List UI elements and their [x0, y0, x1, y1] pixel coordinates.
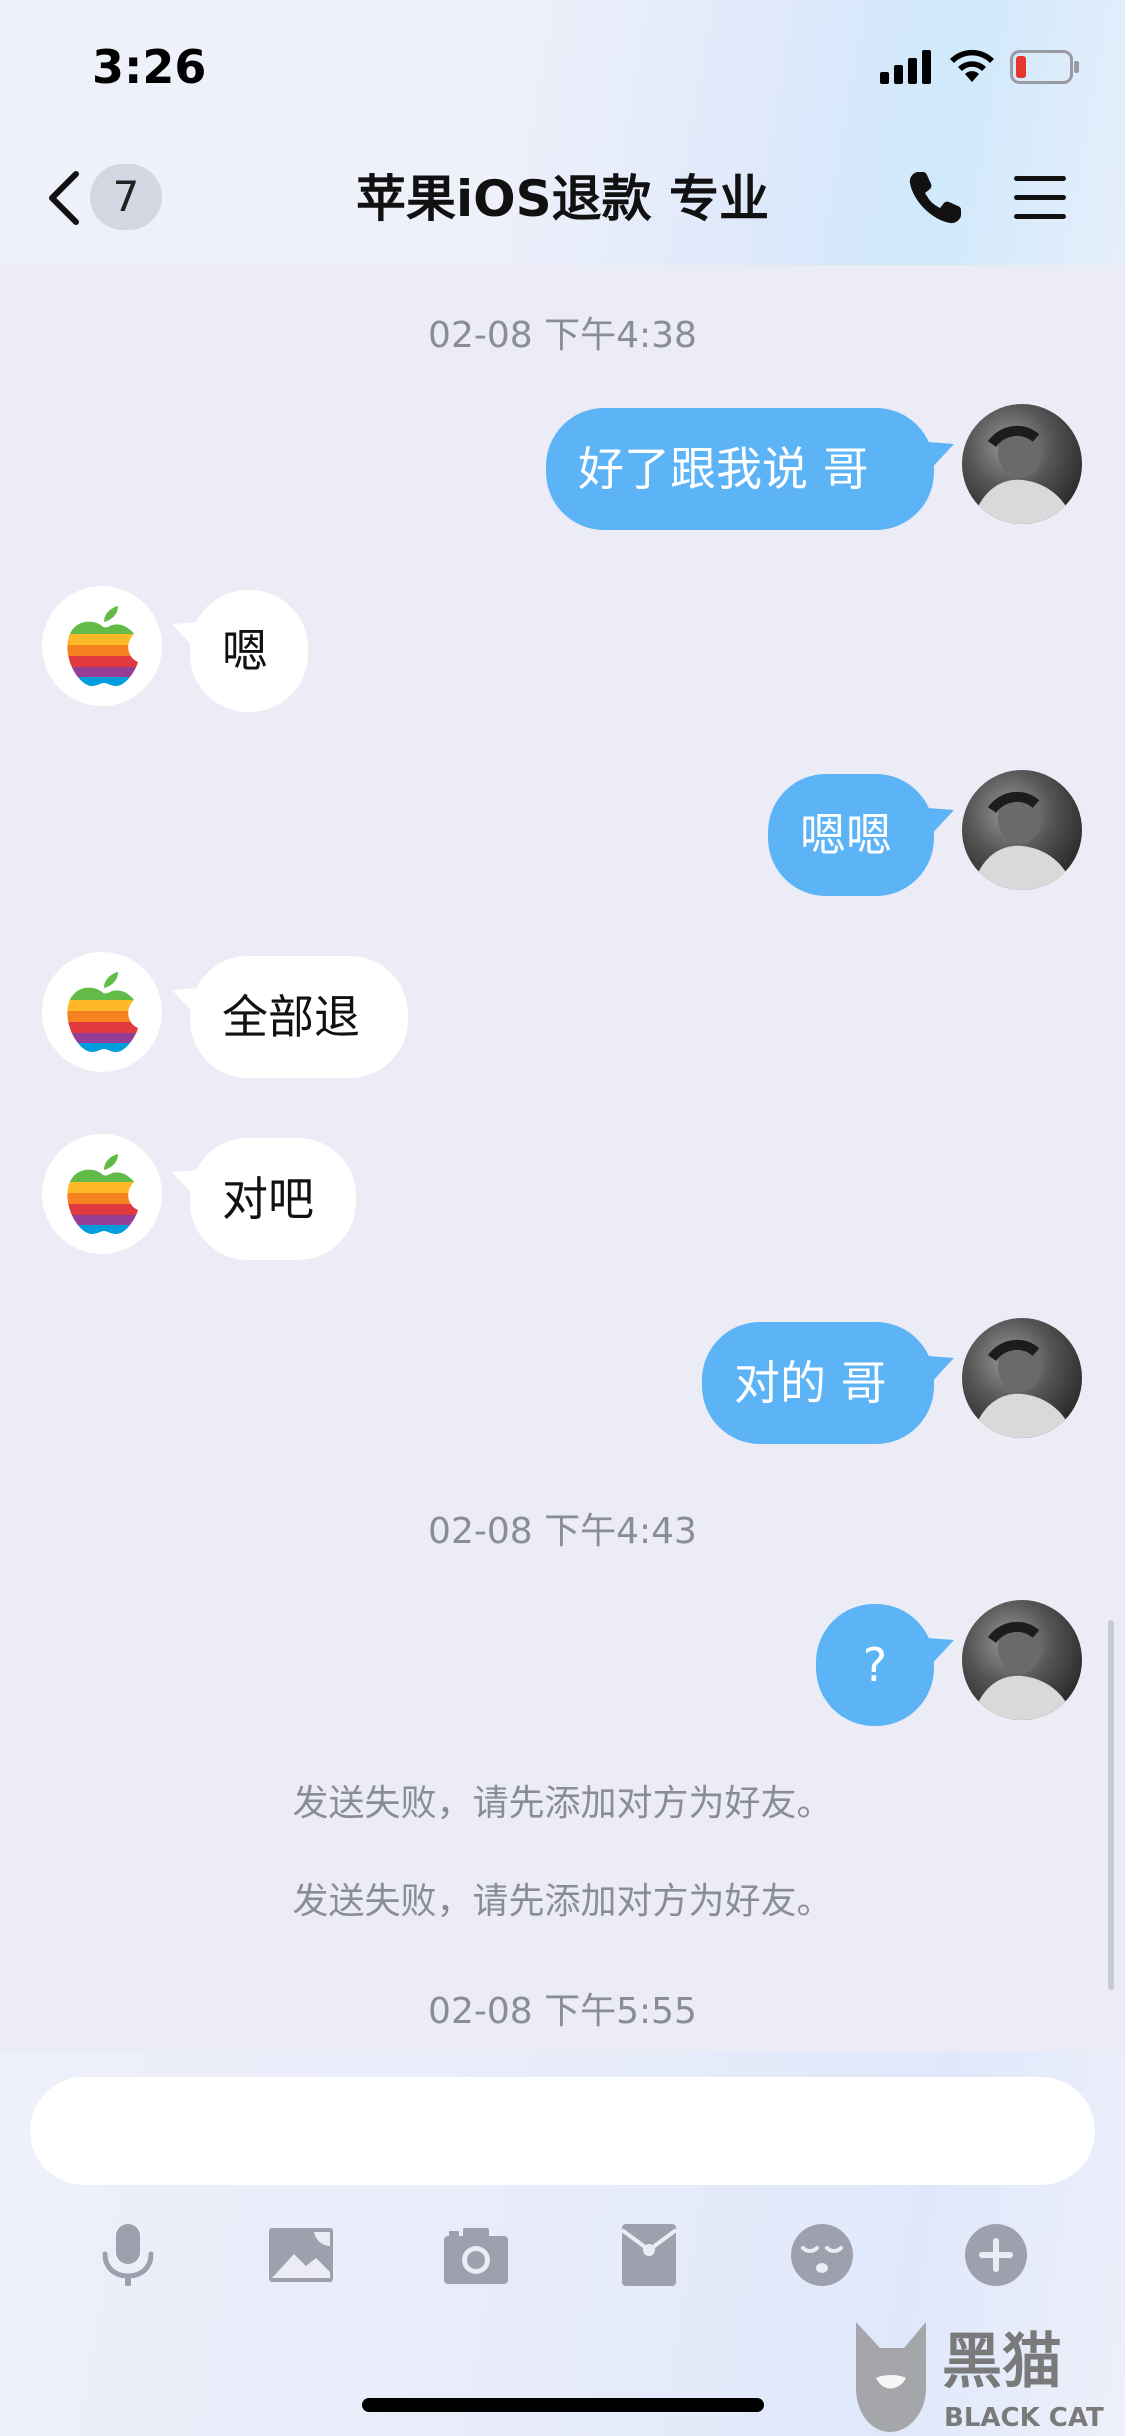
microphone-icon[interactable]: [93, 2220, 163, 2290]
wifi-icon: [950, 49, 994, 82]
battery-icon: [1010, 50, 1079, 84]
timestamp: 02-08 下午4:43: [428, 1511, 697, 1552]
message-bubble-outgoing[interactable]: 好了跟我说 哥: [546, 408, 934, 530]
black-cat-watermark: 黑猫 BLACK CAT: [856, 2322, 1104, 2433]
message-bubble-incoming[interactable]: 嗯: [190, 590, 308, 712]
camera-icon[interactable]: [441, 2220, 511, 2290]
apple-logo-avatar[interactable]: [42, 952, 162, 1072]
phone-icon[interactable]: [905, 168, 965, 228]
send-failed-notice: 发送失败，请先添加对方为好友。: [292, 1783, 833, 1824]
timestamp: 02-08 下午4:38: [428, 315, 697, 356]
watermark-en: BLACK CAT: [944, 2403, 1104, 2433]
home-indicator[interactable]: [362, 2398, 764, 2412]
user-avatar[interactable]: [962, 1600, 1082, 1720]
message-bubble-outgoing[interactable]: 嗯嗯: [768, 774, 934, 896]
watermark-cn: 黑猫: [942, 2327, 1062, 2397]
top-bar: 3:26 7 苹果iOS退款 专业: [0, 0, 1125, 265]
image-icon[interactable]: [266, 2220, 336, 2290]
user-avatar[interactable]: [962, 770, 1082, 890]
cellular-signal-icon: [880, 50, 931, 84]
apple-logo-avatar[interactable]: [42, 1134, 162, 1254]
menu-icon[interactable]: [1012, 172, 1068, 224]
apple-logo-avatar[interactable]: [42, 586, 162, 706]
message-bubble-outgoing[interactable]: ?: [816, 1604, 934, 1726]
send-failed-notice: 发送失败，请先添加对方为好友。: [292, 1881, 833, 1922]
scrollbar[interactable]: [1108, 1620, 1114, 1990]
message-bubble-incoming[interactable]: 全部退: [190, 956, 408, 1078]
timestamp: 02-08 下午5:55: [428, 1991, 697, 2032]
emoji-icon[interactable]: [787, 2220, 857, 2290]
user-avatar[interactable]: [962, 404, 1082, 524]
message-bubble-outgoing[interactable]: 对的 哥: [702, 1322, 934, 1444]
plus-icon[interactable]: [961, 2220, 1031, 2290]
message-bubble-incoming[interactable]: 对吧: [190, 1138, 356, 1260]
red-packet-icon[interactable]: [614, 2220, 684, 2290]
message-input[interactable]: [30, 2077, 1095, 2185]
user-avatar[interactable]: [962, 1318, 1082, 1438]
status-time: 3:26: [92, 40, 207, 94]
chat-screen: 3:26 7 苹果iOS退款 专业 02-08 下午4:38 好了跟我说 哥 嗯…: [0, 0, 1125, 2436]
